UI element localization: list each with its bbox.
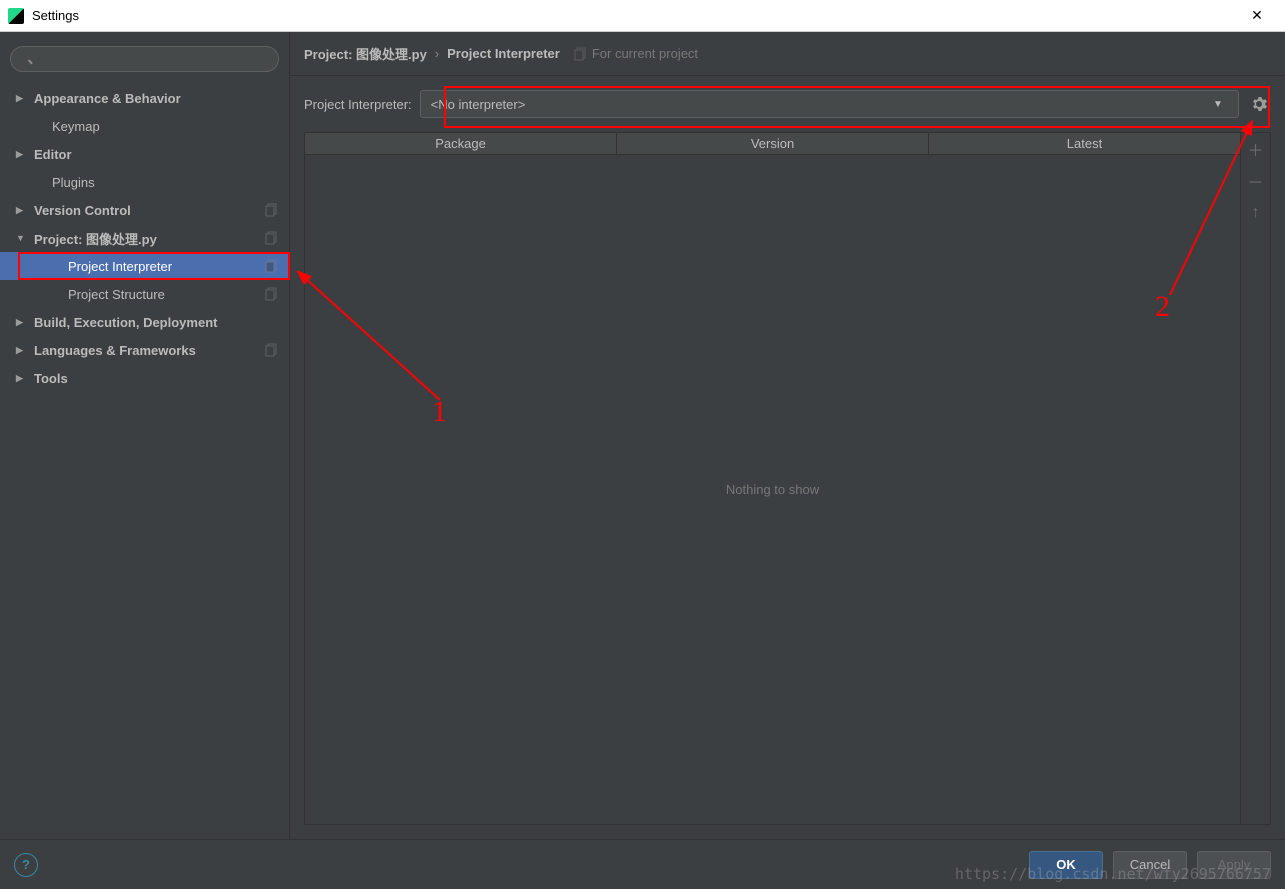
tree-item-plugins[interactable]: Plugins [0, 168, 289, 196]
tree-arrow-icon [16, 345, 28, 356]
packages-table-wrap: Package Version Latest Nothing to show ＋… [304, 132, 1271, 825]
tree-label: Keymap [52, 119, 279, 134]
ok-button[interactable]: OK [1029, 851, 1103, 879]
cancel-button[interactable]: Cancel [1113, 851, 1187, 879]
tree-arrow-icon [16, 205, 28, 216]
tree-label: Appearance & Behavior [34, 91, 279, 106]
tree-label: Project Structure [68, 287, 265, 302]
tree-item-appearance-behavior[interactable]: Appearance & Behavior [0, 84, 289, 112]
footer: ? OK Cancel Apply [0, 839, 1285, 889]
main: Appearance & Behavior Keymap Editor Plugins… [0, 32, 1285, 839]
tree-label: Languages & Frameworks [34, 343, 265, 358]
app-icon [8, 8, 24, 24]
tree-item-build-execution-deployment[interactable]: Build, Execution, Deployment [0, 308, 289, 336]
apply-button[interactable]: Apply [1197, 851, 1271, 879]
packages-table: Package Version Latest Nothing to show [305, 133, 1240, 824]
interpreter-row: Project Interpreter: <No interpreter> ▼ [290, 76, 1285, 132]
tree-arrow-icon [16, 373, 28, 384]
tree-arrow-icon [16, 233, 28, 243]
interpreter-label: Project Interpreter: [304, 97, 412, 112]
chevron-right-icon: › [435, 46, 439, 61]
tree-label: Project: 图像处理.py [34, 229, 265, 248]
tree-item-keymap[interactable]: Keymap [0, 112, 289, 140]
interpreter-dropdown[interactable]: <No interpreter> ▼ [420, 90, 1239, 118]
sidebar: Appearance & Behavior Keymap Editor Plugins… [0, 32, 290, 839]
copy-icon [265, 231, 279, 245]
search-input[interactable] [10, 46, 279, 72]
help-button[interactable]: ? [14, 853, 38, 877]
upgrade-package-button[interactable]: ↑ [1246, 203, 1266, 223]
settings-tree: Appearance & Behavior Keymap Editor Plugins… [0, 78, 289, 398]
breadcrumb-page: Project Interpreter [447, 46, 560, 61]
breadcrumb-note: For current project [574, 46, 698, 61]
tree-arrow-icon [16, 93, 28, 104]
gear-button[interactable] [1247, 92, 1271, 116]
copy-icon [265, 259, 279, 273]
breadcrumb-project: Project: 图像处理.py [304, 44, 427, 63]
column-latest[interactable]: Latest [929, 133, 1240, 154]
column-version[interactable]: Version [617, 133, 929, 154]
tree-label: Project Interpreter [68, 259, 265, 274]
tree-label: Build, Execution, Deployment [34, 315, 279, 330]
table-body: Nothing to show [305, 155, 1240, 824]
table-header: Package Version Latest [305, 133, 1240, 155]
search-box [0, 40, 289, 78]
tree-label: Version Control [34, 203, 265, 218]
tree-label: Editor [34, 147, 279, 162]
content: Project: 图像处理.py › Project Interpreter F… [290, 32, 1285, 839]
column-package[interactable]: Package [305, 133, 617, 154]
interpreter-value: <No interpreter> [431, 97, 1208, 112]
tree-label: Plugins [52, 175, 279, 190]
tree-item-tools[interactable]: Tools [0, 364, 289, 392]
empty-message: Nothing to show [726, 482, 819, 497]
interpreter-pane: Project Interpreter: <No interpreter> ▼ … [290, 76, 1285, 839]
table-side-tools: ＋ － ↑ [1240, 133, 1270, 824]
tree-arrow-icon [16, 149, 28, 160]
tree-label: Tools [34, 371, 279, 386]
tree-item-project-interpreter[interactable]: Project Interpreter [0, 252, 289, 280]
remove-package-button[interactable]: － [1246, 171, 1266, 191]
copy-icon [265, 343, 279, 357]
tree-item-version-control[interactable]: Version Control [0, 196, 289, 224]
tree-item-project-py[interactable]: Project: 图像处理.py [0, 224, 289, 252]
breadcrumb: Project: 图像处理.py › Project Interpreter F… [290, 32, 1285, 76]
tree-item-languages-frameworks[interactable]: Languages & Frameworks [0, 336, 289, 364]
titlebar: Settings ✕ [0, 0, 1285, 32]
copy-icon [265, 203, 279, 217]
tree-arrow-icon [16, 317, 28, 328]
window-title: Settings [32, 8, 1237, 23]
copy-icon [265, 287, 279, 301]
tree-item-editor[interactable]: Editor [0, 140, 289, 168]
tree-item-project-structure[interactable]: Project Structure [0, 280, 289, 308]
chevron-down-icon: ▼ [1208, 99, 1228, 110]
close-button[interactable]: ✕ [1237, 0, 1277, 32]
copy-icon [574, 47, 588, 61]
add-package-button[interactable]: ＋ [1246, 139, 1266, 159]
